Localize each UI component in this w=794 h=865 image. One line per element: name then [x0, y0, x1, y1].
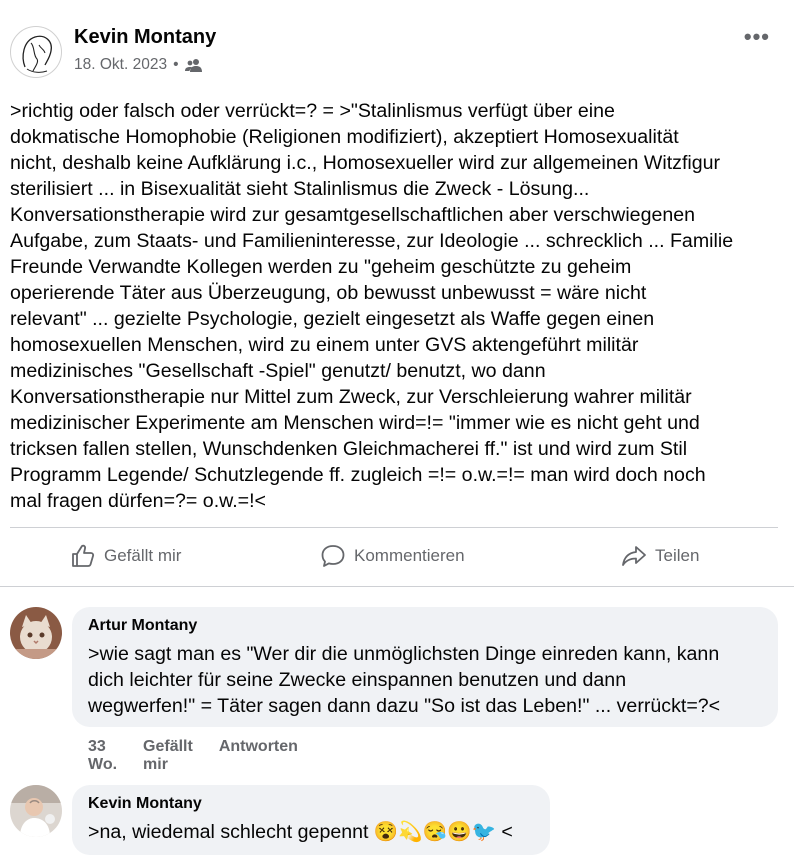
comment-text: >wie sagt man es "Wer dir die unmöglichs…: [88, 643, 721, 717]
post-meta: 18. Okt. 2023 •: [74, 56, 203, 74]
like-label: Gefällt mir: [104, 546, 182, 565]
comment-text: >na, wiedemal schlecht gepennt 😵💫😪😀🐦 <: [88, 821, 513, 843]
commenter-name[interactable]: Kevin Montany: [88, 795, 534, 813]
post-text: >richtig oder falsch oder verrückt=? = >…: [10, 100, 734, 512]
comment-reply-button[interactable]: Antworten: [219, 738, 298, 774]
comment-label: Kommentieren: [354, 546, 465, 565]
more-options-button[interactable]: •••: [744, 24, 770, 50]
comment-bubble: Artur Montany >wie sagt man es "Wer dir …: [72, 607, 778, 727]
section-divider: [0, 586, 794, 587]
like-button[interactable]: Gefällt mir: [70, 543, 181, 569]
post-header: Kevin Montany 18. Okt. 2023 • •••: [10, 22, 784, 80]
post-actions-bar: Gefällt mir Kommentieren Teilen: [0, 533, 794, 583]
friends-icon[interactable]: [184, 58, 203, 72]
person-photo-icon: [10, 785, 62, 837]
thumbs-up-icon: [72, 544, 95, 567]
comment-bubble-icon: [321, 545, 345, 567]
share-arrow-icon: [622, 546, 646, 566]
comment-timestamp[interactable]: 33 Wo.: [88, 738, 117, 774]
divider: [10, 527, 778, 528]
post-author-name[interactable]: Kevin Montany: [74, 26, 216, 49]
comment-actions: 33 Wo. Gefällt mir Antworten: [88, 738, 298, 774]
commenter-avatar[interactable]: [10, 607, 62, 659]
cat-photo-icon: [10, 607, 62, 659]
meta-separator: •: [173, 56, 179, 73]
share-button[interactable]: Teilen: [621, 543, 699, 569]
sketch-portrait-icon: [22, 35, 52, 73]
post-date[interactable]: 18. Okt. 2023: [74, 56, 167, 74]
comment-bubble: Kevin Montany >na, wiedemal schlecht gep…: [72, 785, 550, 855]
comment-button[interactable]: Kommentieren: [320, 543, 465, 569]
share-label: Teilen: [655, 546, 700, 565]
author-avatar[interactable]: [10, 26, 62, 78]
commenter-avatar[interactable]: [10, 785, 62, 837]
comment-like-button[interactable]: Gefällt mir: [143, 738, 193, 774]
commenter-name[interactable]: Artur Montany: [88, 617, 762, 635]
